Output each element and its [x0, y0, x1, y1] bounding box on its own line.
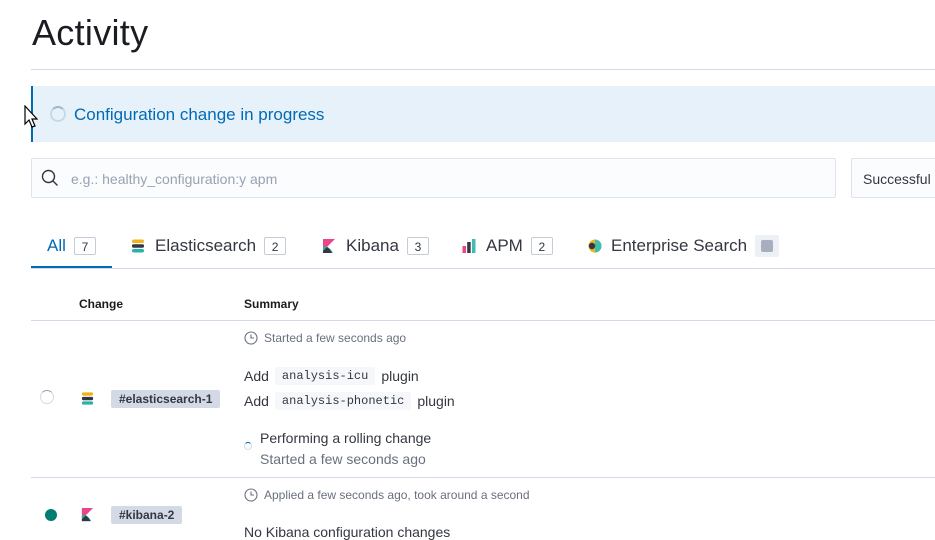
tab-all[interactable]: All 7 [31, 236, 112, 268]
elasticsearch-logo-icon [132, 239, 144, 253]
page-title: Activity [32, 12, 149, 53]
kibana-logo-icon [81, 507, 94, 522]
tab-count: 2 [530, 237, 553, 255]
tab-count: 7 [73, 237, 96, 255]
status-filter-select[interactable]: Successful [851, 158, 935, 198]
tab-count: 2 [264, 237, 287, 255]
plugin-name: analysis-icu [274, 367, 376, 385]
callout-text: Configuration change in progress [74, 105, 325, 124]
change-object: plugin [381, 368, 419, 384]
in-progress-status-icon [40, 390, 54, 404]
change-timestamp: Applied a few seconds ago, took around a… [244, 488, 530, 502]
tab-count-loading [755, 235, 780, 257]
change-line: Add analysis-phonetic plugin [244, 392, 455, 410]
progress-callout: Configuration change in progress [31, 86, 935, 142]
step-subtitle: Started a few seconds ago [260, 451, 426, 467]
step-spinner-icon [244, 442, 252, 450]
step-title: Performing a rolling change [260, 430, 432, 446]
apm-logo-icon [462, 239, 476, 253]
header-divider [31, 320, 935, 321]
tab-label: Kibana [346, 236, 399, 255]
tab-elasticsearch[interactable]: Elasticsearch 2 [130, 236, 287, 268]
success-status-icon [45, 509, 57, 521]
search-input[interactable]: e.g.: healthy_configuration:y apm [31, 158, 836, 198]
title-divider [31, 69, 935, 70]
column-header-change[interactable]: Change [79, 297, 123, 311]
change-timestamp: Started a few seconds ago [244, 331, 406, 345]
elasticsearch-logo-icon [81, 392, 94, 405]
tab-label: All [47, 236, 66, 255]
deployment-badge[interactable]: #elasticsearch-1 [111, 390, 221, 408]
tab-count: 3 [406, 237, 429, 255]
tab-kibana[interactable]: Kibana 3 [321, 236, 429, 268]
status-filter-label: Successful [863, 171, 931, 187]
change-verb: Add [244, 393, 269, 409]
search-icon [41, 169, 58, 186]
deployment-badge[interactable]: #kibana-2 [111, 506, 183, 524]
change-verb: Add [244, 368, 269, 384]
change-line: Add analysis-icu plugin [244, 367, 419, 385]
tab-label: APM [486, 236, 523, 255]
search-placeholder: e.g.: healthy_configuration:y apm [71, 171, 278, 187]
tab-label: Elasticsearch [155, 236, 257, 255]
spinner-icon [50, 106, 66, 122]
column-header-summary[interactable]: Summary [244, 297, 299, 311]
plugin-name: analysis-phonetic [274, 392, 412, 410]
timestamp-text: Applied a few seconds ago, took around a… [264, 488, 530, 502]
tabs-divider [31, 268, 935, 269]
tab-apm[interactable]: APM 2 [461, 236, 553, 268]
clock-icon [244, 488, 258, 502]
change-object: plugin [417, 393, 455, 409]
clock-icon [244, 331, 258, 345]
timestamp-text: Started a few seconds ago [264, 331, 407, 345]
mouse-cursor-icon [24, 105, 38, 128]
tab-label: Enterprise Search [611, 236, 748, 255]
kibana-logo-icon [323, 239, 335, 253]
tab-enterprise-search[interactable]: Enterprise Search [586, 235, 780, 268]
enterprise-search-logo-icon [588, 239, 602, 253]
row-divider [31, 477, 935, 478]
